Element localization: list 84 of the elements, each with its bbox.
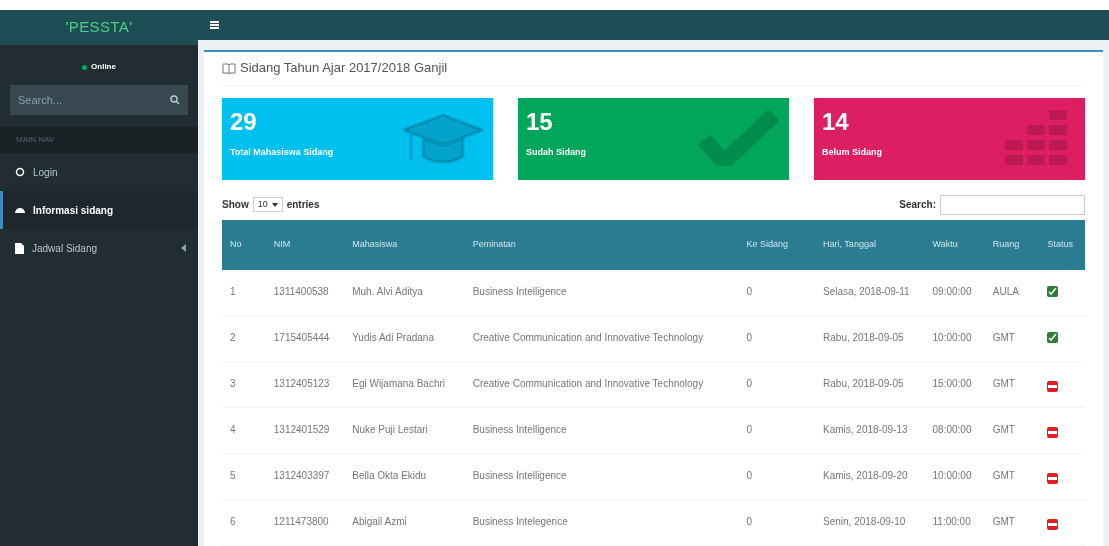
column-header[interactable]: Mahasiswa bbox=[344, 219, 465, 270]
table-cell: Yudis Adi Pradana bbox=[344, 315, 465, 362]
table-cell: 0 bbox=[738, 315, 816, 362]
table-search-field[interactable] bbox=[940, 194, 1085, 215]
sidebar-item[interactable]: Informasi sidang bbox=[0, 191, 198, 229]
table-cell: 1 bbox=[222, 269, 266, 316]
column-header[interactable]: Ruang bbox=[984, 219, 1040, 270]
book-icon bbox=[222, 62, 236, 74]
table-cell: 10:00:00 bbox=[924, 315, 985, 362]
table-cell: 0 bbox=[738, 361, 816, 408]
stat-label: Sudah Sidang bbox=[526, 145, 587, 159]
table-cell: Business Intelligence bbox=[464, 407, 739, 454]
table-cell: 1211473800 bbox=[265, 499, 345, 546]
table-cell: 2 bbox=[222, 315, 266, 362]
table-cell: Abigail Azmi bbox=[344, 499, 465, 546]
table-cell: Selasa, 2018-09-11 bbox=[815, 269, 925, 316]
table-cell: Business Intelligence bbox=[464, 453, 739, 500]
table-cell: 0 bbox=[738, 453, 816, 500]
column-header[interactable]: NIM bbox=[265, 219, 345, 270]
table-cell: Muh. Alvi Aditya bbox=[344, 269, 465, 316]
page-size-select[interactable]: 10 bbox=[252, 196, 283, 213]
table-cell: 10:00:00 bbox=[924, 453, 985, 500]
table-cell: 15:00:00 bbox=[924, 361, 985, 408]
caret-icon bbox=[271, 202, 278, 207]
table-cell: AULA bbox=[984, 269, 1040, 316]
table-cell: Nuke Puji Lestari bbox=[344, 407, 465, 454]
stat-value: 29 bbox=[230, 109, 258, 134]
table-cell: 0 bbox=[738, 499, 816, 546]
search-label: Search: bbox=[899, 198, 936, 212]
column-header[interactable]: Status bbox=[1039, 219, 1085, 270]
table-cell: Rabu, 2018-09-05 bbox=[815, 361, 925, 408]
table-cell: 1311400538 bbox=[265, 269, 345, 316]
table-cell: Business Intelligence bbox=[464, 269, 739, 316]
table-cell: 0 bbox=[738, 407, 816, 454]
table-cell: 0 bbox=[738, 269, 816, 316]
table-cell: Egi Wijamana Bachri bbox=[344, 361, 465, 408]
page-title: Sidang Tahun Ajar 2017/2018 Ganjil bbox=[240, 59, 448, 78]
table-cell: GMT bbox=[984, 499, 1040, 546]
column-header[interactable]: Hari, Tanggal bbox=[815, 219, 925, 270]
show-label: Show bbox=[222, 198, 249, 212]
table-cell: 1312403397 bbox=[265, 453, 345, 500]
gauge-icon bbox=[15, 205, 25, 215]
check-icon bbox=[699, 109, 779, 166]
file-icon bbox=[15, 242, 24, 254]
stat-value: 14 bbox=[822, 109, 850, 134]
table-cell: 6 bbox=[222, 499, 266, 546]
table-cell: 09:00:00 bbox=[924, 269, 985, 316]
table-cell: 1312401529 bbox=[265, 407, 345, 454]
table-cell: Creative Communication and Innovative Technology bbox=[464, 315, 739, 362]
column-header[interactable]: Ke Sidang bbox=[738, 219, 816, 270]
table-cell: 11:00:00 bbox=[924, 499, 985, 546]
table-cell: Kamis, 2018-09-13 bbox=[815, 407, 925, 454]
table-cell: Creative Communication and Innovative Technology bbox=[464, 361, 739, 408]
table-cell: Kamis, 2018-09-20 bbox=[815, 453, 925, 500]
table-cell: 3 bbox=[222, 361, 266, 408]
table-cell: 5 bbox=[222, 453, 266, 500]
table-cell: GMT bbox=[984, 361, 1040, 408]
sidebar-item[interactable]: Login bbox=[0, 153, 198, 191]
search-icon[interactable] bbox=[170, 95, 180, 105]
table-cell: 1715405444 bbox=[265, 315, 345, 362]
column-header[interactable]: Peminatan bbox=[464, 219, 739, 270]
app-logo: 'PESSTA' bbox=[65, 17, 133, 38]
table-cell: GMT bbox=[984, 407, 1040, 454]
table-cell: 08:00:00 bbox=[924, 407, 985, 454]
table-cell: 4 bbox=[222, 407, 266, 454]
table-cell: 1312405123 bbox=[265, 361, 345, 408]
table-cell: Bella Okta Ekidu bbox=[344, 453, 465, 500]
column-header[interactable]: Waktu bbox=[924, 219, 985, 270]
stat-value: 15 bbox=[526, 109, 554, 134]
user-status: Online bbox=[91, 61, 116, 73]
menu-icon[interactable] bbox=[210, 20, 219, 29]
table-cell: Business Intelegence bbox=[464, 499, 739, 546]
stat-label: Belum Sidang bbox=[822, 145, 883, 159]
nav-section-header: MAIN NAV bbox=[16, 134, 55, 146]
table-cell: GMT bbox=[984, 453, 1040, 500]
sidebar-search-field[interactable]: Search... bbox=[10, 85, 188, 115]
table-cell: Senin, 2018-09-10 bbox=[815, 499, 925, 546]
entries-label: entries bbox=[286, 198, 320, 212]
table-cell: GMT bbox=[984, 315, 1040, 362]
circle-icon bbox=[15, 167, 25, 177]
stat-label: Total Mahasiswa Sidang bbox=[230, 145, 335, 159]
table-cell: Rabu, 2018-09-05 bbox=[815, 315, 925, 362]
sidebar-item[interactable]: Jadwal Sidang bbox=[0, 229, 198, 267]
column-header[interactable]: No bbox=[222, 219, 266, 270]
